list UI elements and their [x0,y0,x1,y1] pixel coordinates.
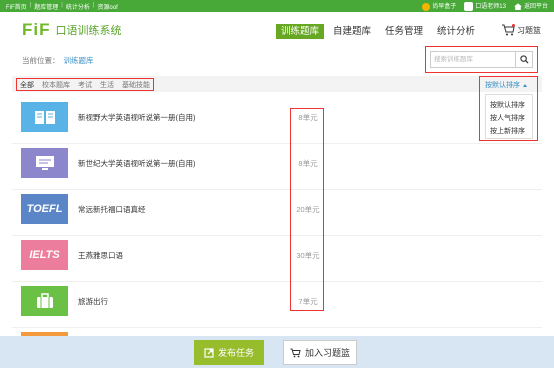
external-link-icon [204,347,214,358]
list-item[interactable]: 旅游出行 7单元 [12,282,542,328]
top-link-resource[interactable]: 资源oof [97,2,117,11]
list-item[interactable]: IELTS 王燕雅思口语 30单元 [12,236,542,282]
category-all[interactable]: 全部 [20,80,34,90]
breadcrumb-label: 当前位置： [22,56,60,65]
main-nav: 训练题库 自建题库 任务管理 统计分析 [276,24,480,39]
toefl-thumbnail: TOEFL [21,194,68,224]
publish-task-button[interactable]: 发布任务 [194,340,264,365]
teacher-menu[interactable]: 口语老师13 [464,1,506,11]
cart-icon [290,348,301,357]
search-box [430,51,533,68]
cart-icon [502,24,515,36]
nav-statistics[interactable]: 统计分析 [432,24,480,39]
breadcrumb: 当前位置： 训练题库 [22,55,94,66]
logo[interactable]: FiF 口语训练系统 [22,20,122,40]
category-school[interactable]: 校本题库 [42,80,70,90]
item-title[interactable]: 旅游出行 [78,296,108,307]
top-link-stats[interactable]: 统计分析 [66,2,90,11]
top-link-bank[interactable]: 题库管理 [34,2,58,11]
nav-training-bank[interactable]: 训练题库 [276,24,325,39]
monitor-icon [35,156,54,170]
caret-up-icon [523,83,527,87]
item-title[interactable]: 王燕雅思口语 [78,250,123,261]
item-title[interactable]: 新视野大学英语视听说第一册(自用) [78,112,196,123]
list-item[interactable]: TOEFL 常远新托福口语真经 20单元 [12,190,542,236]
teacher-name: 口语老师13 [475,4,506,11]
search-highlight [425,46,538,73]
travel-thumbnail [21,286,68,316]
book-thumbnail [21,102,68,132]
app-name: 口语训练系统 [55,25,122,37]
sort-current: 按默认排序 [485,82,520,89]
user-menu[interactable]: 尚早盒子 [422,1,457,11]
user-name: 尚早盒子 [432,4,457,11]
add-basket-label: 加入习题篮 [304,348,350,358]
list-item[interactable]: 新世纪大学英语视听说第一册(自用) 8单元 [12,144,542,190]
add-to-basket-button[interactable]: 加入习题篮 [283,340,357,365]
search-button[interactable] [516,51,533,68]
question-bank-list: 新视野大学英语视听说第一册(自用) 8单元 新世纪大学英语视听说第一册(自用) … [12,98,542,352]
coin-icon [422,2,431,11]
search-icon [519,55,529,64]
basket-label: 习题篮 [517,25,541,35]
item-title[interactable]: 常远新托福口语真经 [78,204,146,215]
bottom-action-bar [0,336,554,368]
ielts-thumbnail: IELTS [21,240,68,270]
nav-custom-bank[interactable]: 自建题库 [328,24,376,39]
book-icon [34,111,55,124]
top-bar: FiF首页 | 题库管理 | 统计分析 | 资源oof 尚早盒子 口语老师13 返回平… [0,0,554,12]
sort-toggle[interactable]: 按默认排序 [485,80,527,90]
search-input[interactable] [430,51,516,68]
luggage-icon [36,293,53,308]
top-link-home[interactable]: FiF首页 [6,2,27,11]
item-title[interactable]: 新世纪大学英语视听说第一册(自用) [78,158,196,169]
category-life[interactable]: 生活 [100,80,114,90]
book-thumbnail [21,148,68,178]
back-label: 返回平台 [523,4,548,11]
teacher-icon [464,1,474,11]
category-basic[interactable]: 基础技能 [122,80,150,90]
home-icon [513,3,522,11]
list-item[interactable]: 新视野大学英语视听说第一册(自用) 8单元 [12,98,542,144]
units-highlight [290,108,324,311]
nav-task-manage[interactable]: 任务管理 [380,24,428,39]
breadcrumb-current[interactable]: 训练题库 [64,56,94,65]
category-tabs: 全部 校本题库 考试 生活 基础技能 [16,78,154,91]
publish-label: 发布任务 [217,348,254,358]
category-exam[interactable]: 考试 [78,80,92,90]
exercise-basket-button[interactable]: 习题篮 [501,24,541,36]
back-to-platform[interactable]: 返回平台 [513,1,548,11]
logo-text: FiF [22,20,51,39]
